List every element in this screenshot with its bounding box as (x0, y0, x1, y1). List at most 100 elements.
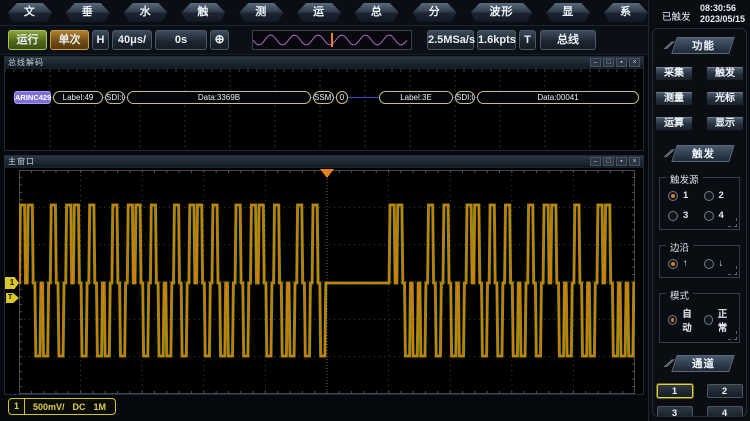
channel-scale: 500mV/ (33, 402, 65, 412)
func-button-measure[interactable]: 测量 (655, 91, 693, 106)
menu-item-system[interactable]: 系统 (604, 3, 648, 22)
menu-item-math[interactable]: 运算 (297, 3, 341, 22)
sdi1-field: SDI:0 (105, 91, 125, 104)
func-button-math[interactable]: 运算 (655, 116, 693, 131)
trigger-source-option-3[interactable]: 3 (668, 210, 700, 221)
trigger-mode-group: 模式 自动正常 (659, 293, 740, 343)
restore-icon[interactable]: □ (603, 157, 614, 166)
trigger-mode-radio-normal[interactable] (704, 315, 713, 325)
channel1-ground-marker[interactable]: 1 (5, 277, 19, 289)
channel-button-2[interactable]: 2 (707, 384, 743, 398)
trigger-source-option-1[interactable]: 1 (668, 190, 700, 201)
trigger-section-header-row: ∕∕ 触发 (653, 145, 746, 162)
data1-field: Data:3369B (127, 91, 311, 104)
func-button-cursor[interactable]: 光标 (706, 91, 744, 106)
channel-button-3[interactable]: 3 (657, 406, 693, 417)
menu-item-vertical[interactable]: 垂直 (66, 3, 110, 22)
waveform-plot (19, 170, 635, 394)
channel-number: 1 (9, 399, 25, 414)
trigger-source-radio-1[interactable] (668, 191, 678, 201)
trigger-source-option-label: 1 (683, 190, 688, 201)
channel-coupling: DC (73, 402, 86, 412)
function-section-header[interactable]: 功能 (671, 37, 735, 54)
trigger-edge-group: 边沿 ↑↓ (659, 245, 740, 278)
trigger-edge-option-rising[interactable]: ↑ (668, 258, 700, 269)
trigger-edge-option-falling[interactable]: ↓ (704, 258, 736, 269)
trigger-source-option-4[interactable]: 4 (704, 210, 736, 221)
menu-item-trigger[interactable]: 触发 (181, 3, 225, 22)
sdi2-field: SDI:0 (455, 91, 475, 104)
menu-item-file[interactable]: 文件 (8, 3, 52, 22)
main-panel-title: 主窗口 (8, 156, 35, 167)
menu-item-measure[interactable]: 测量 (239, 3, 283, 22)
label2-field: Label:3E (379, 91, 453, 104)
trigger-edge-option-label: ↓ (719, 258, 724, 269)
waveform-trace (19, 170, 635, 394)
bus-panel-header[interactable]: 总线解码 –□▪× (5, 57, 643, 69)
waveform-preview[interactable] (252, 30, 412, 50)
memory-depth-readout: 1.6kpts (477, 30, 516, 50)
maximize-icon[interactable]: ▪ (616, 157, 627, 166)
channel-buttons: 12 3 4 (653, 384, 746, 417)
trigger-mode-radio-auto[interactable] (668, 315, 677, 325)
trigger-mode-option-label: 自动 (682, 306, 699, 334)
trigger-mode-option-auto[interactable]: 自动 (668, 306, 700, 334)
close-icon[interactable]: × (629, 58, 640, 67)
channel-section-header[interactable]: 通道 (671, 355, 735, 372)
menu-item-analyze[interactable]: 分析 (413, 3, 457, 22)
maximize-icon[interactable]: ▪ (616, 58, 627, 67)
run-button[interactable]: 运行 (8, 30, 47, 50)
trigger-position-marker[interactable] (320, 169, 334, 178)
bus-window-controls: –□▪× (590, 58, 640, 67)
zoom-in-icon[interactable]: ⊕ (210, 30, 229, 50)
menu-item-wavegen[interactable]: 波形发生 (471, 3, 533, 22)
func-button-trigger[interactable]: 触发 (706, 66, 744, 81)
clock: 08:30:56 2023/05/15 (700, 3, 745, 25)
horizontal-button[interactable]: H (92, 30, 109, 50)
trigger-edge-radio-falling[interactable] (704, 259, 714, 269)
function-section-header-row: ∕∕ 功能 (653, 37, 746, 54)
menu-item-display[interactable]: 显示 (546, 3, 590, 22)
trigger-source-option-label: 4 (719, 210, 724, 221)
flag-field: 0 (336, 91, 348, 104)
menu-item-bus[interactable]: 总线 (355, 3, 399, 22)
timebase-button[interactable]: 40μs/ (112, 30, 152, 50)
trigger-level-marker[interactable]: T (6, 293, 19, 303)
restore-icon[interactable]: □ (603, 58, 614, 67)
func-button-display[interactable]: 显示 (706, 116, 744, 131)
channel-button-1[interactable]: 1 (657, 384, 693, 398)
oscilloscope-app: 文件垂直水平触发测量运算总线分析波形发生显示系统 运行 单次 H 40μs/ 0… (0, 0, 750, 421)
trigger-edge-label: 边沿 (666, 240, 693, 254)
close-icon[interactable]: × (629, 157, 640, 166)
horizontal-offset-button[interactable]: 0s (155, 30, 207, 50)
minimize-icon[interactable]: – (590, 157, 601, 166)
minimize-icon[interactable]: – (590, 58, 601, 67)
single-button[interactable]: 单次 (50, 30, 89, 50)
trigger-source-option-2[interactable]: 2 (704, 190, 736, 201)
trigger-mode-label: 模式 (666, 288, 693, 302)
trigger-mode-option-normal[interactable]: 正常 (704, 306, 736, 334)
label1-field: Label:49 (53, 91, 103, 104)
menu-item-horizontal[interactable]: 水平 (124, 3, 168, 22)
channel-button-4[interactable]: 4 (707, 406, 743, 417)
main-waveform-area: 1 T (5, 168, 643, 394)
trigger-source-group: 触发源 1234 (659, 177, 740, 230)
func-button-acquire[interactable]: 采集 (655, 66, 693, 81)
sidebar-panel: ∕∕ 功能 采集触发测量光标运算显示 ∕∕ 触发 触发源 1234 边沿 ↑↓ … (652, 28, 747, 417)
protocol-badge: ARINC429 (14, 91, 51, 104)
trigger-source-radio-4[interactable] (704, 211, 714, 221)
right-sidebar: 已触发 08:30:56 2023/05/15 ∕∕ 功能 采集触发测量光标运算… (648, 0, 750, 421)
trigger-edge-option-label: ↑ (683, 258, 688, 269)
main-panel-header[interactable]: 主窗口 –□▪× (5, 156, 643, 168)
preview-wave-icon (253, 31, 411, 49)
bus-toolbar-button[interactable]: 总线 (540, 30, 596, 50)
main-window-panel: 主窗口 –□▪× 1 T (4, 155, 644, 395)
channel1-badge[interactable]: 1 500mV/ DC 1M (8, 398, 116, 415)
date: 2023/05/15 (700, 14, 745, 25)
bus-grid (5, 69, 643, 150)
trigger-source-radio-3[interactable] (668, 211, 678, 221)
sample-rate-readout: 2.5MSa/s (427, 30, 474, 50)
trigger-edge-radio-rising[interactable] (668, 259, 678, 269)
trigger-source-radio-2[interactable] (704, 191, 714, 201)
trigger-section-header[interactable]: 触发 (671, 145, 735, 162)
